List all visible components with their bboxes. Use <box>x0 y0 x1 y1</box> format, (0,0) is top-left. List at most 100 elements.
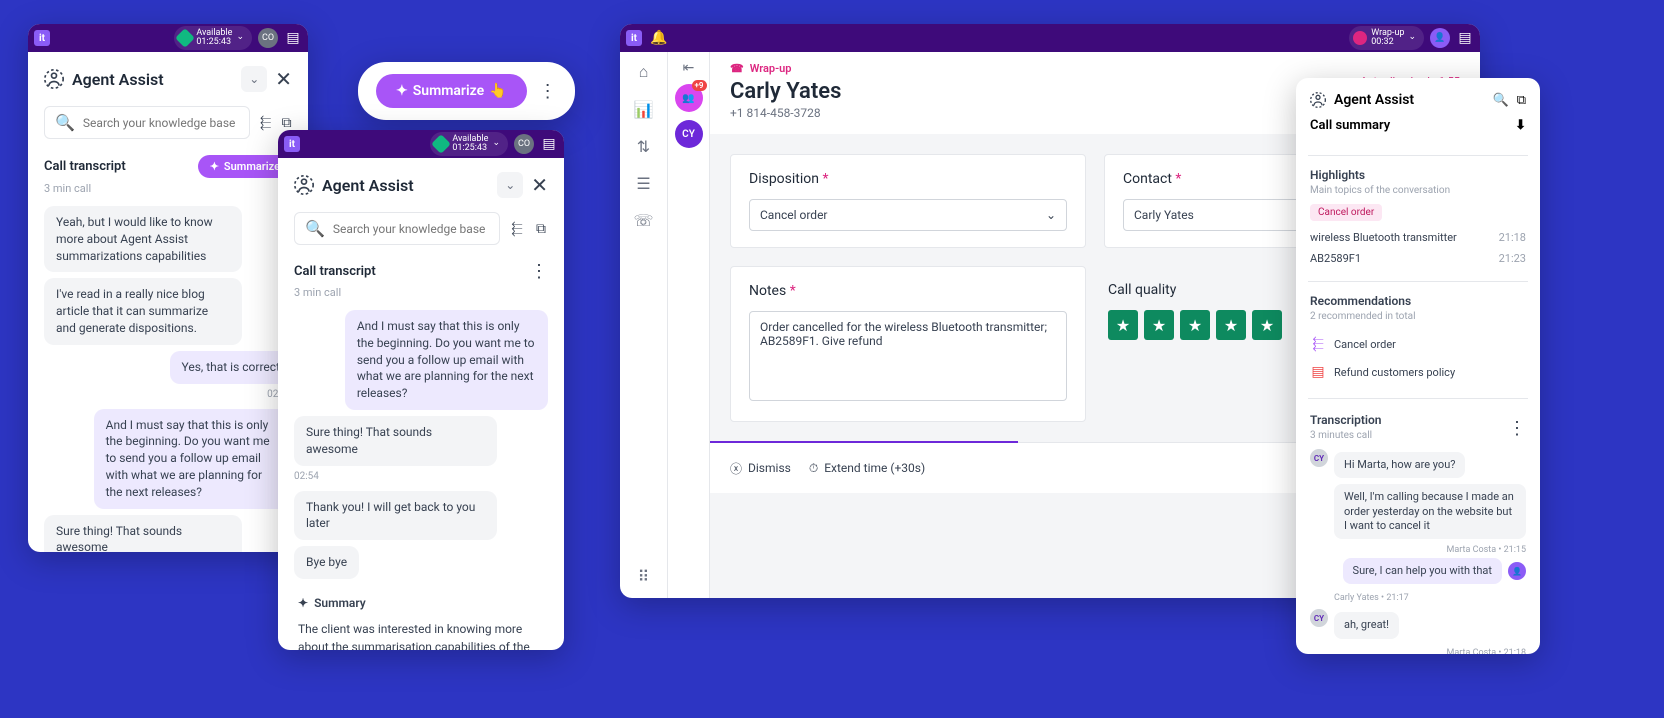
session-avatar-active[interactable]: CY <box>675 120 703 148</box>
status-pill[interactable]: Available01:25:43 ⌄ <box>430 132 508 157</box>
copy-icon[interactable]: ⧉ <box>534 217 548 241</box>
message-meta: Carly Yates • 21:17 <box>1334 593 1526 603</box>
contact-label: Contact <box>1123 171 1172 187</box>
titlebar: it Available01:25:43 ⌄ CO ▤ <box>278 130 564 158</box>
app-logo: it <box>284 136 300 152</box>
star-4[interactable]: ★ <box>1216 310 1246 340</box>
chart-icon[interactable]: 📊 <box>634 100 654 119</box>
summary-text: The client was interested in knowing mor… <box>298 620 544 650</box>
transcription-sub: 3 minutes call <box>1310 430 1382 441</box>
panel-toggle-icon[interactable]: ▤ <box>540 135 558 153</box>
section-title: Call summary <box>1310 118 1390 133</box>
flow-icon[interactable]: ⬱ <box>510 217 524 241</box>
disposition-label: Disposition <box>749 171 819 187</box>
notes-textarea[interactable] <box>749 311 1067 401</box>
kebab-icon[interactable]: ⋮ <box>530 261 548 282</box>
star-2[interactable]: ★ <box>1144 310 1174 340</box>
search-input-wrapper[interactable]: 🔍 <box>294 212 500 245</box>
user-avatar[interactable]: 👤 <box>1430 28 1450 48</box>
star-3[interactable]: ★ <box>1180 310 1210 340</box>
summarize-button[interactable]: ✦ Summarize 👆 <box>376 74 527 108</box>
collapse-icon[interactable]: ⇤ <box>683 60 695 76</box>
agent-assist-panel-b: it Available01:25:43 ⌄ CO ▤ Agent Assist… <box>278 130 564 650</box>
kebab-icon[interactable]: ⋮ <box>1508 418 1526 439</box>
timestamp: 02:54 <box>278 469 564 488</box>
agent-assist-panel-a: it Available01:25:43 ⌄ CO ▤ Agent Assist… <box>28 24 308 552</box>
panel-toggle-icon[interactable]: ▤ <box>284 29 302 47</box>
close-button[interactable]: ✕ <box>531 173 548 197</box>
search-icon: 🔍 <box>305 219 325 238</box>
app-logo: it <box>34 30 50 46</box>
transcript-sub: 3 min call <box>28 182 308 203</box>
highlights-title: Highlights <box>1310 168 1526 182</box>
recommendations-sub: 2 recommended in total <box>1310 311 1526 322</box>
star-5[interactable]: ★ <box>1252 310 1282 340</box>
message-bubble: Sure thing! That sounds awesome <box>44 515 242 552</box>
panel-title: Agent Assist <box>72 70 233 89</box>
panel-title: Agent Assist <box>322 176 489 195</box>
timestamp: 02:51 <box>28 387 308 406</box>
app-logo: it <box>626 30 642 46</box>
list-icon[interactable]: ☰ <box>636 174 650 193</box>
wrapup-badge: ☎ Wrap-up <box>730 62 1460 75</box>
agent-assist-icon <box>44 69 64 89</box>
sort-icon[interactable]: ⇅ <box>637 137 650 156</box>
agent-assist-icon <box>1310 92 1326 108</box>
home-icon[interactable]: ⌂ <box>639 62 649 82</box>
message-bubble: And I must say that this is only the beg… <box>345 310 548 410</box>
call-summary-panel: Agent Assist 🔍 ⧉ Call summary ⬇ Highligh… <box>1296 78 1540 654</box>
chevron-down-icon: ⌄ <box>492 139 500 148</box>
close-button[interactable]: ✕ <box>275 67 292 91</box>
highlight-time: 21:18 <box>1499 231 1526 244</box>
agent-bubble: Sure, I can help you with that <box>1343 558 1502 584</box>
search-icon: 🔍 <box>55 113 75 132</box>
summary-heading: ✦ Summary <box>298 594 544 612</box>
chevron-down-icon: ⌄ <box>1046 208 1056 222</box>
transcript-title: Call transcript <box>44 159 126 174</box>
collapse-button[interactable]: ⌄ <box>497 172 523 198</box>
titlebar: it Available01:25:43 ⌄ CO ▤ <box>28 24 308 52</box>
disposition-select[interactable]: Cancel order⌄ <box>749 199 1067 231</box>
panel-toggle-icon[interactable]: ▤ <box>1456 29 1474 47</box>
highlight-item: AB2589F1 <box>1310 252 1361 265</box>
user-avatar[interactable]: CO <box>514 134 534 154</box>
kebab-icon[interactable]: ⋮ <box>539 81 557 102</box>
user-avatar[interactable]: CO <box>258 28 278 48</box>
session-avatar[interactable]: 👥+9 <box>675 84 703 112</box>
flow-icon: ⬱ <box>1310 336 1326 352</box>
rp-title: Agent Assist <box>1334 92 1485 108</box>
copy-icon[interactable]: ⧉ <box>1517 93 1526 108</box>
search-input-wrapper[interactable]: 🔍 <box>44 106 250 139</box>
recommendations-title: Recommendations <box>1310 294 1526 308</box>
disposition-card: Disposition * Cancel order⌄ <box>730 154 1086 248</box>
phone-icon[interactable]: ☏ <box>633 211 653 230</box>
message-meta: Marta Costa • 21:15 <box>1310 545 1526 555</box>
notes-card: Notes * <box>730 266 1086 422</box>
apps-icon[interactable]: ⠿ <box>638 567 650 586</box>
wrapup-status-pill[interactable]: Wrap-up00:32 ⌄ <box>1349 26 1424 51</box>
topic-tag[interactable]: Cancel order <box>1310 204 1382 221</box>
bell-icon[interactable]: 🔔 <box>650 30 667 46</box>
search-input[interactable] <box>333 222 489 236</box>
search-input[interactable] <box>83 116 239 130</box>
dismiss-button[interactable]: ⓧ Dismiss <box>730 460 791 477</box>
collapse-button[interactable]: ⌄ <box>241 66 267 92</box>
session-rail: ⇤ 👥+9 CY <box>668 52 710 598</box>
recommendation-item[interactable]: ⬱Cancel order <box>1310 330 1526 358</box>
summarize-card: ✦ Summarize 👆 ⋮ <box>358 62 575 120</box>
recommendation-item[interactable]: ▤Refund customers policy <box>1310 358 1526 386</box>
nav-rail: ⌂ 📊 ⇅ ☰ ☏ ⠿ <box>620 52 668 598</box>
flow-icon[interactable]: ⬱ <box>260 111 271 135</box>
extend-button[interactable]: ⏱ Extend time (+30s) <box>809 461 925 476</box>
avatar-cy: CY <box>1310 449 1328 467</box>
message-meta: Marta Costa • 21:18 <box>1310 648 1526 654</box>
highlight-time: 21:23 <box>1499 252 1526 265</box>
star-1[interactable]: ★ <box>1108 310 1138 340</box>
download-icon[interactable]: ⬇ <box>1515 118 1526 133</box>
status-pill[interactable]: Available01:25:43 ⌄ <box>174 26 252 51</box>
search-icon[interactable]: 🔍 <box>1493 93 1509 108</box>
status-timer: 01:25:43 <box>196 37 231 47</box>
message-bubble: Thank you! I will get back to you later <box>294 491 497 541</box>
doc-icon: ▤ <box>1310 364 1326 380</box>
transcription-title: Transcription <box>1310 413 1382 427</box>
